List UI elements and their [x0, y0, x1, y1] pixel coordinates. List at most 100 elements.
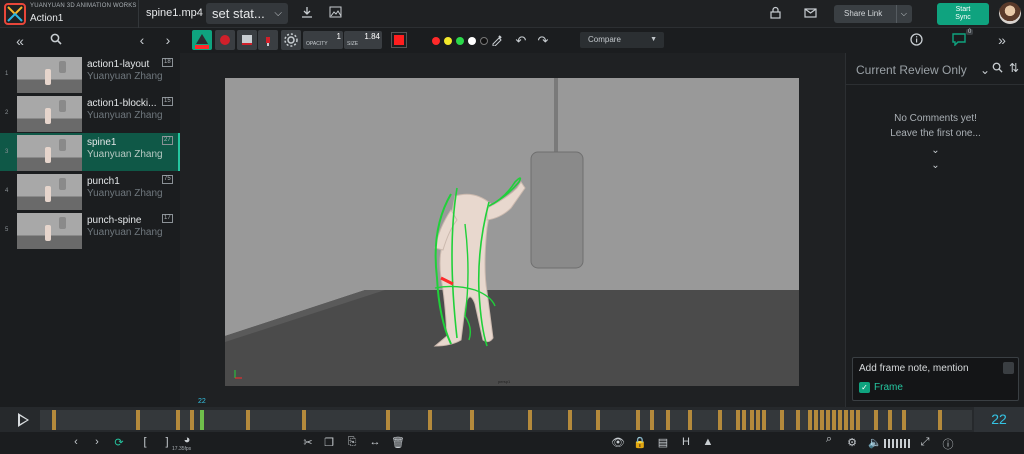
start-sync-button[interactable]: Start Sync — [937, 3, 989, 25]
redo-icon[interactable]: ↷ — [536, 33, 550, 49]
collapse-right-icon[interactable]: » — [994, 32, 1010, 48]
image-icon[interactable] — [327, 6, 343, 21]
keyframe-marker[interactable] — [820, 410, 824, 430]
keyframe-marker[interactable] — [470, 410, 474, 430]
fill-tool-button[interactable] — [237, 30, 257, 50]
speed-gauge-icon[interactable]: ◕ — [180, 434, 194, 446]
eyedropper-icon[interactable] — [490, 34, 504, 49]
opacity-field[interactable]: 1 OPACITY — [303, 31, 343, 49]
zoom-fit-icon[interactable]: ⌕ — [822, 433, 836, 446]
color-swatch[interactable] — [444, 37, 452, 45]
sort-icon[interactable]: ⇅ — [1007, 61, 1021, 75]
volume-slider[interactable] — [884, 439, 910, 448]
color-swatch[interactable] — [432, 37, 440, 45]
keyframe-marker[interactable] — [246, 410, 250, 430]
keyframe-marker[interactable] — [780, 410, 784, 430]
draw-settings-button[interactable] — [281, 30, 301, 50]
status-select[interactable]: set stat... ⌵ — [206, 3, 288, 24]
help-icon[interactable]: ⓘ — [941, 436, 955, 452]
keyframe-marker[interactable] — [528, 410, 532, 430]
keyframe-marker[interactable] — [850, 410, 854, 430]
expand-icon[interactable] — [1003, 362, 1014, 374]
keyframe-marker[interactable] — [428, 410, 432, 430]
keyframe-marker[interactable] — [838, 410, 842, 430]
shot-item[interactable]: 1 action1-layout Yuanyuan Zhang 18 — [0, 55, 180, 93]
keyframe-marker[interactable] — [190, 410, 194, 430]
collapse-left-icon[interactable]: « — [12, 33, 28, 49]
video-frame[interactable]: persp1 — [225, 78, 799, 386]
paste-icon[interactable]: ⎘ — [345, 436, 359, 449]
delete-icon[interactable]: 🗑 — [391, 436, 405, 449]
color-swatch[interactable] — [456, 37, 464, 45]
keyframe-marker[interactable] — [826, 410, 830, 430]
shot-item[interactable]: 4 punch1 Yuanyuan Zhang 75 — [0, 172, 180, 210]
keyframe-marker[interactable] — [902, 410, 906, 430]
keyframe-marker[interactable] — [666, 410, 670, 430]
keyframe-marker[interactable] — [844, 410, 848, 430]
avatar[interactable] — [999, 2, 1021, 24]
marker-tool-button[interactable] — [258, 30, 278, 50]
play-icon[interactable] — [18, 413, 29, 427]
prev-key-icon[interactable]: ‹ — [69, 436, 83, 448]
keyframe-marker[interactable] — [832, 410, 836, 430]
keyframe-marker[interactable] — [596, 410, 600, 430]
keyframe-marker[interactable] — [888, 410, 892, 430]
flip-icon[interactable]: ▲ — [701, 436, 715, 448]
comments-toggle[interactable]: 0 — [952, 29, 974, 48]
keyframe-marker[interactable] — [568, 410, 572, 430]
keyframe-marker[interactable] — [176, 410, 180, 430]
keyframe-marker[interactable] — [762, 410, 766, 430]
frame-checkbox[interactable]: ✓ — [859, 382, 870, 393]
project-name[interactable]: Action1 — [30, 13, 63, 24]
download-icon[interactable] — [299, 6, 315, 21]
keyframe-marker[interactable] — [302, 410, 306, 430]
gear-icon[interactable]: ⚙ — [845, 436, 859, 449]
shot-item[interactable]: 2 action1-blocki... Yuanyuan Zhang 15 — [0, 94, 180, 132]
keyframe-marker[interactable] — [52, 410, 56, 430]
prev-shot-icon[interactable]: ‹ — [135, 32, 149, 48]
mail-icon[interactable] — [802, 7, 818, 21]
keyframe-marker[interactable] — [808, 410, 812, 430]
keyframe-marker[interactable] — [750, 410, 754, 430]
pen-tool-button[interactable] — [192, 30, 212, 50]
set-in-icon[interactable]: [ — [138, 436, 152, 448]
frame-counter[interactable]: 22 — [974, 407, 1024, 432]
rect-tool-button[interactable] — [215, 30, 235, 50]
volume-icon[interactable]: 🔈 — [868, 436, 882, 449]
lock-icon[interactable] — [767, 6, 783, 22]
search-icon[interactable] — [48, 33, 64, 48]
keyframe-marker[interactable] — [796, 410, 800, 430]
next-key-icon[interactable]: › — [90, 436, 104, 448]
keyframe-marker[interactable] — [856, 410, 860, 430]
current-color-swatch[interactable] — [391, 32, 407, 48]
shot-item[interactable]: 5 punch-spine Yuanyuan Zhang 17 — [0, 211, 180, 249]
color-swatch[interactable] — [480, 37, 488, 45]
undo-icon[interactable]: ↶ — [514, 33, 528, 49]
review-filter-label[interactable]: Current Review Only — [856, 63, 967, 77]
loop-icon[interactable]: ⟳ — [112, 436, 126, 449]
info-icon[interactable] — [908, 33, 924, 49]
compare-select[interactable]: Compare ▼ — [580, 32, 664, 48]
keyframe-marker[interactable] — [650, 410, 654, 430]
color-swatch[interactable] — [468, 37, 476, 45]
timeline[interactable]: 22 — [0, 407, 1024, 432]
keyframe-marker[interactable] — [718, 410, 722, 430]
size-field[interactable]: 1.84 SIZE — [344, 31, 382, 49]
keyframe-marker[interactable] — [742, 410, 746, 430]
share-link-button[interactable]: Share Link ⌵ — [834, 5, 912, 23]
cut-icon[interactable]: ✂ — [301, 436, 315, 449]
onion-lock-icon[interactable]: 🔒 — [633, 436, 647, 449]
keyframe-marker[interactable] — [136, 410, 140, 430]
copy-icon[interactable]: ❐ — [322, 436, 336, 449]
chevron-down-icon[interactable]: ⌵ — [895, 5, 907, 23]
keyframe-marker[interactable] — [874, 410, 878, 430]
shot-item[interactable]: 3 spine1 Yuanyuan Zhang 27 — [0, 133, 180, 171]
keyframe-marker[interactable] — [938, 410, 942, 430]
frame-note-input[interactable]: Add frame note, mention ✓ Frame — [852, 357, 1019, 401]
timeline-track[interactable] — [40, 410, 972, 430]
keyframe-marker[interactable] — [688, 410, 692, 430]
layers-icon[interactable]: ▤ — [656, 436, 670, 449]
keyframe-marker[interactable] — [756, 410, 760, 430]
double-chevron-down-icon[interactable]: ⌄ ⌄ — [846, 143, 1024, 173]
keyframe-marker[interactable] — [814, 410, 818, 430]
